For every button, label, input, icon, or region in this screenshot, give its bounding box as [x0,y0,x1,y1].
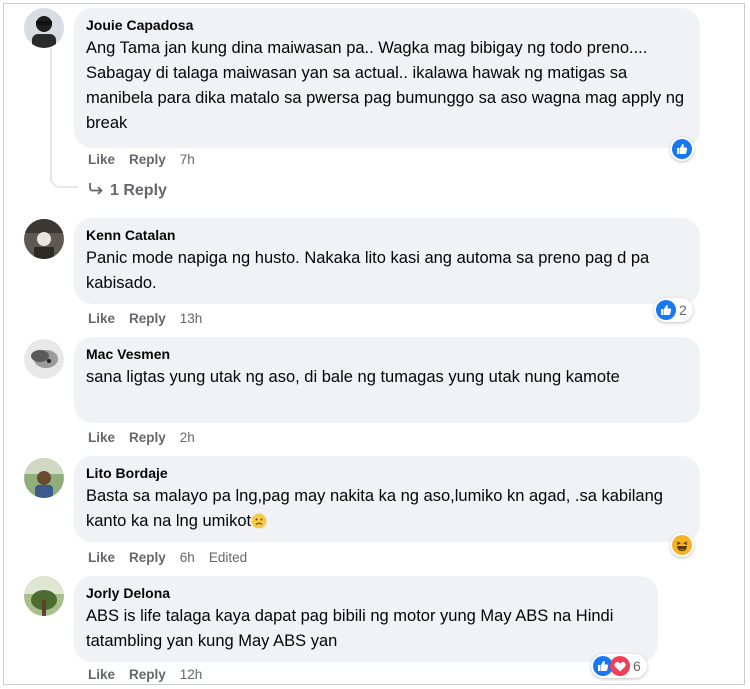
comment-bubble: Jouie Capadosa Ang Tama jan kung dina ma… [74,8,700,148]
comment-timestamp[interactable]: 13h [180,311,203,326]
haha-icon [672,535,692,555]
comment-author[interactable]: Lito Bordaje [86,464,688,482]
reply-button[interactable]: Reply [129,152,166,167]
avatar[interactable] [24,219,64,259]
like-button[interactable]: Like [88,550,115,565]
reply-button[interactable]: Reply [129,311,166,326]
reply-button[interactable]: Reply [129,550,166,565]
reply-button[interactable]: Reply [129,430,166,445]
love-icon [610,656,630,676]
comment-author[interactable]: Kenn Catalan [86,226,688,244]
comment-timestamp[interactable]: 6h [180,550,195,565]
comment-bubble: Mac Vesmen sana ligtas yung utak ng aso,… [74,337,700,423]
comment-actions: Like Reply 12h [88,667,202,682]
comment-bubble: Lito Bordaje Basta sa malayo pa lng,pag … [74,456,700,542]
comment-timestamp[interactable]: 7h [180,152,195,167]
comment-text: ABS is life talaga kaya dapat pag bibili… [86,607,614,650]
comment-timestamp[interactable]: 2h [180,430,195,445]
avatar[interactable] [24,339,64,379]
reaction-count: 6 [633,658,641,674]
worried-face-emoji-icon [251,512,267,537]
view-replies-link[interactable]: 1 Reply [88,181,167,200]
comment-bubble: Kenn Catalan Panic mode napiga ng husto.… [74,218,700,304]
comment-actions: Like Reply 6h Edited [88,550,247,565]
edited-label: Edited [208,550,248,565]
comment-actions: Like Reply 13h [88,311,202,326]
comment-actions: Like Reply 7h [88,152,195,167]
comment-text: sana ligtas yung utak ng aso, di bale ng… [86,368,620,386]
like-icon [672,139,692,159]
reaction-summary[interactable]: 2 [654,298,693,322]
like-icon [656,300,676,320]
comment-text: Panic mode napiga ng husto. Nakaka lito … [86,249,650,292]
reaction-summary[interactable] [670,137,694,161]
avatar[interactable] [24,576,64,616]
like-button[interactable]: Like [88,311,115,326]
comment-text-content: Basta sa malayo pa lng,pag may nakita ka… [86,487,663,530]
replies-count: 1 Reply [110,181,167,199]
like-button[interactable]: Like [88,152,115,167]
comment-text: Ang Tama jan kung dina maiwasan pa.. Wag… [86,39,685,132]
reply-arrow-icon [88,181,104,200]
comment-text: Basta sa malayo pa lng,pag may nakita ka… [86,484,688,537]
comment-author[interactable]: Jouie Capadosa [86,16,688,34]
comment-author[interactable]: Mac Vesmen [86,345,688,363]
comment-timestamp[interactable]: 12h [180,667,203,682]
like-button[interactable]: Like [88,667,115,682]
reaction-summary[interactable]: 6 [591,654,647,678]
reply-button[interactable]: Reply [129,667,166,682]
like-button[interactable]: Like [88,430,115,445]
comment-bubble: Jorly Delona ABS is life talaga kaya dap… [74,576,658,662]
reaction-count: 2 [679,302,687,318]
comment-author[interactable]: Jorly Delona [86,584,646,602]
avatar[interactable] [24,8,64,48]
avatar[interactable] [24,458,64,498]
comment-actions: Like Reply 2h [88,430,195,445]
reaction-summary[interactable] [670,533,694,557]
